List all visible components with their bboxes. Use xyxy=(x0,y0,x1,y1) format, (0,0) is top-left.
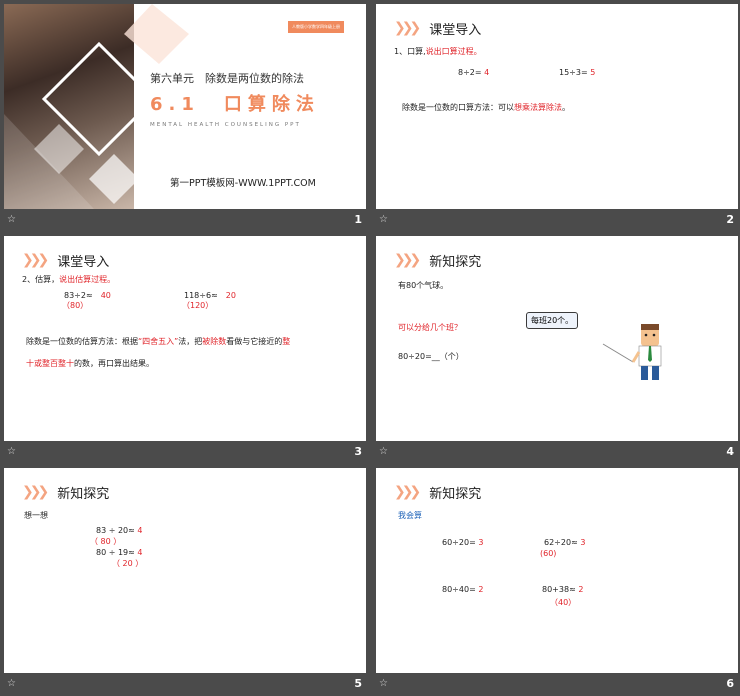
section-header: ❯❯❯ 课堂导入 xyxy=(394,17,481,39)
slide-number: 4 xyxy=(726,445,734,458)
slide-canvas: ❯❯❯ 新知探究 我会算 60÷20= 3 62÷20≈ 3 (60) 80÷4… xyxy=(376,468,738,673)
method-text: 除数是一位数的口算方法：可以想乘法算除法。 xyxy=(402,103,570,112)
method-text-line2: 十或整百整十的数，再口算出结果。 xyxy=(26,359,154,368)
method-text-line1: 除数是一位数的估算方法：根据“四舍五入”法，把被除数看做与它接近的整 xyxy=(26,337,291,346)
question-text: 可以分给几个班？ xyxy=(398,323,462,332)
star-icon[interactable]: ☆ xyxy=(7,446,16,457)
website-label: 第一PPT模板网-WWW.1PPT.COM xyxy=(170,178,316,189)
equation: 80÷20=__（个） xyxy=(398,352,464,361)
slide-canvas: ❯❯❯ 新知探究 想一想 83 ÷ 20≈ 4 （ 80 ） 80 ÷ 19≈ … xyxy=(4,468,366,673)
slide-canvas: 人教版小学数学四年级上册 第六单元 除数是两位数的除法 6.1 口算除法 MEN… xyxy=(4,4,366,209)
section-title: 新知探究 xyxy=(429,486,482,502)
equation-2-hint: （120） xyxy=(182,301,214,310)
teacher-cartoon-icon xyxy=(602,324,662,380)
slide-footer: ☆ 6 xyxy=(376,673,738,695)
section-header: ❯❯❯ 新知探究 xyxy=(394,481,481,503)
chevron-double-icon: ❯❯❯ xyxy=(394,252,421,268)
section-title: 新知探究 xyxy=(57,486,110,502)
slide-footer: ☆ 3 xyxy=(4,441,366,463)
section-header: ❯❯❯ 课堂导入 xyxy=(22,249,109,271)
slide-number: 5 xyxy=(354,677,362,690)
equation-2-hint: （ 20 ） xyxy=(112,559,144,568)
section-header: ❯❯❯ 新知探究 xyxy=(394,249,481,271)
slide-canvas: ❯❯❯ 课堂导入 1、口算,说出口算过程。 8÷2= 4 15÷3= 5 除数是… xyxy=(376,4,738,209)
equation-3: 80÷40= 2 xyxy=(442,585,484,594)
practice-label: 我会算 xyxy=(398,511,422,520)
chevron-double-icon: ❯❯❯ xyxy=(22,252,49,268)
question-line: 2、估算，说出估算过程。 xyxy=(22,275,116,284)
section-title: 课堂导入 xyxy=(429,22,482,38)
english-subtitle: MENTAL HEALTH COUNSELING PPT xyxy=(150,122,301,128)
slide-number: 6 xyxy=(726,677,734,690)
chevron-double-icon: ❯❯❯ xyxy=(394,20,421,36)
equation-1: 83 ÷ 20≈ 4 xyxy=(96,526,143,535)
equation-2: 80 ÷ 19≈ 4 xyxy=(96,548,143,557)
star-icon[interactable]: ☆ xyxy=(7,678,16,689)
star-icon[interactable]: ☆ xyxy=(7,214,16,225)
lesson-title: 6.1 口算除法 xyxy=(150,94,320,115)
section-title: 课堂导入 xyxy=(57,254,110,270)
slide-footer: ☆ 2 xyxy=(376,209,738,231)
equation-1: 60÷20= 3 xyxy=(442,538,484,547)
equation-1: 8÷2= 4 xyxy=(458,68,490,77)
star-icon[interactable]: ☆ xyxy=(379,446,388,457)
equation-2-hint: (60) xyxy=(540,549,557,558)
chevron-double-icon: ❯❯❯ xyxy=(394,484,421,500)
slide-footer: ☆ 4 xyxy=(376,441,738,463)
equation-4: 80+38≈ 2 xyxy=(542,585,584,594)
problem-text: 有80个气球。 xyxy=(398,281,449,290)
equation-1-hint: （ 80 ） xyxy=(90,537,122,546)
equation-2: 15÷3= 5 xyxy=(559,68,596,77)
slide-canvas: ❯❯❯ 课堂导入 2、估算，说出估算过程。 83÷2≈ 40 （80） 118÷… xyxy=(4,236,366,441)
slide-footer: ☆ 5 xyxy=(4,673,366,695)
slide-number: 3 xyxy=(354,445,362,458)
equation-4-hint: （40） xyxy=(550,598,577,607)
section-header: ❯❯❯ 新知探究 xyxy=(22,481,109,503)
equation-1-hint: （80） xyxy=(62,301,89,310)
slide-number: 2 xyxy=(726,213,734,226)
chevron-double-icon: ❯❯❯ xyxy=(22,484,49,500)
star-icon[interactable]: ☆ xyxy=(379,678,388,689)
unit-title: 第六单元 除数是两位数的除法 xyxy=(150,72,304,85)
slide-number: 1 xyxy=(354,213,362,226)
section-title: 新知探究 xyxy=(429,254,482,270)
equation-2: 62÷20≈ 3 xyxy=(544,538,586,547)
publisher-tag: 人教版小学数学四年级上册 xyxy=(288,21,344,33)
think-label: 想一想 xyxy=(24,511,48,520)
star-icon[interactable]: ☆ xyxy=(379,214,388,225)
slide-canvas: ❯❯❯ 新知探究 有80个气球。 可以分给几个班？ 每班20个。 80÷20=_… xyxy=(376,236,738,441)
question-line: 1、口算,说出口算过程。 xyxy=(394,47,482,56)
slide-footer: ☆ 1 xyxy=(4,209,366,231)
speech-bubble: 每班20个。 xyxy=(526,312,579,329)
